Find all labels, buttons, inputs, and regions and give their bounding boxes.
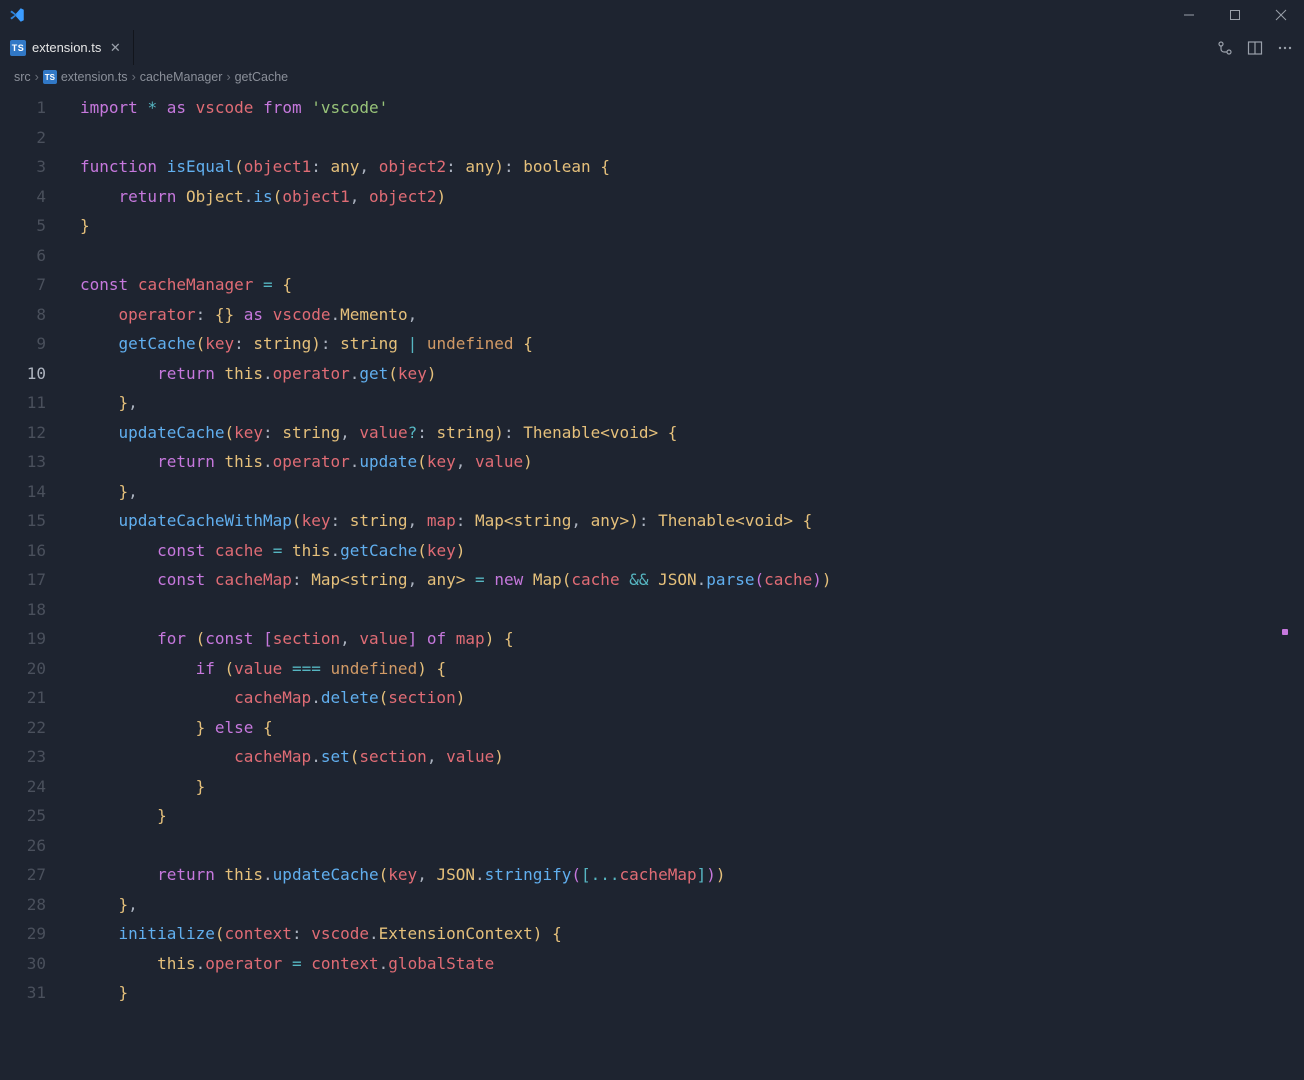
tab-label: extension.ts (32, 40, 101, 55)
code-line[interactable]: return Object.is(object1, object2) (66, 182, 1180, 212)
code-line[interactable]: }, (66, 388, 1180, 418)
code-line[interactable]: getCache(key: string): string | undefine… (66, 329, 1180, 359)
close-icon[interactable]: ✕ (107, 40, 123, 56)
more-icon[interactable] (1272, 35, 1298, 61)
line-number: 11 (0, 388, 46, 418)
window-controls (1166, 0, 1304, 30)
line-number: 7 (0, 270, 46, 300)
ts-file-icon: TS (43, 70, 57, 84)
line-number: 2 (0, 123, 46, 153)
breadcrumb-label: getCache (235, 70, 289, 84)
line-number: 13 (0, 447, 46, 477)
code-line[interactable]: } (66, 772, 1180, 802)
line-number: 14 (0, 477, 46, 507)
code-line[interactable]: operator: {} as vscode.Memento, (66, 300, 1180, 330)
breadcrumb-label: extension.ts (61, 70, 128, 84)
line-number: 6 (0, 241, 46, 271)
compare-changes-icon[interactable] (1212, 35, 1238, 61)
code-line[interactable]: for (const [section, value] of map) { (66, 624, 1180, 654)
line-number: 30 (0, 949, 46, 979)
line-number: 18 (0, 595, 46, 625)
minimize-button[interactable] (1166, 0, 1212, 30)
code-line[interactable]: cacheMap.set(section, value) (66, 742, 1180, 772)
line-number: 5 (0, 211, 46, 241)
code-line[interactable]: const cacheManager = { (66, 270, 1180, 300)
line-number: 25 (0, 801, 46, 831)
title-bar-left (8, 6, 34, 24)
minimap-marker (1282, 629, 1288, 635)
line-number: 24 (0, 772, 46, 802)
code-line[interactable]: } (66, 801, 1180, 831)
code-line[interactable] (66, 241, 1180, 271)
code-area[interactable]: import * as vscode from 'vscode' function… (66, 89, 1180, 1080)
overview-ruler[interactable] (1290, 89, 1304, 1080)
line-number: 3 (0, 152, 46, 182)
line-number: 12 (0, 418, 46, 448)
code-line[interactable]: } else { (66, 713, 1180, 743)
line-number: 1 (0, 93, 46, 123)
line-number: 26 (0, 831, 46, 861)
code-line[interactable] (66, 123, 1180, 153)
breadcrumb-label: cacheManager (140, 70, 223, 84)
tab-extension-ts[interactable]: TS extension.ts ✕ (0, 30, 134, 65)
chevron-right-icon: › (132, 70, 136, 84)
code-line[interactable]: if (value === undefined) { (66, 654, 1180, 684)
breadcrumb-label: src (14, 70, 31, 84)
breadcrumb-segment-src[interactable]: src (14, 70, 31, 84)
close-button[interactable] (1258, 0, 1304, 30)
line-number: 22 (0, 713, 46, 743)
code-line[interactable]: }, (66, 477, 1180, 507)
line-number: 31 (0, 978, 46, 1008)
split-editor-icon[interactable] (1242, 35, 1268, 61)
code-line[interactable] (66, 595, 1180, 625)
line-number: 29 (0, 919, 46, 949)
line-number: 27 (0, 860, 46, 890)
code-line[interactable]: updateCache(key: string, value?: string)… (66, 418, 1180, 448)
code-line[interactable]: }, (66, 890, 1180, 920)
line-number: 21 (0, 683, 46, 713)
ts-file-icon: TS (10, 40, 26, 56)
line-number-gutter: 1234567891011121314151617181920212223242… (0, 89, 66, 1080)
code-line[interactable]: return this.operator.get(key) (66, 359, 1180, 389)
maximize-button[interactable] (1212, 0, 1258, 30)
code-line[interactable]: } (66, 211, 1180, 241)
breadcrumb-segment-symbol-2[interactable]: getCache (235, 70, 289, 84)
code-line[interactable]: import * as vscode from 'vscode' (66, 93, 1180, 123)
code-line[interactable]: cacheMap.delete(section) (66, 683, 1180, 713)
tabs-row: TS extension.ts ✕ (0, 30, 1304, 65)
line-number: 16 (0, 536, 46, 566)
code-line[interactable]: updateCacheWithMap(key: string, map: Map… (66, 506, 1180, 536)
line-number: 17 (0, 565, 46, 595)
code-line[interactable]: return this.operator.update(key, value) (66, 447, 1180, 477)
line-number: 20 (0, 654, 46, 684)
code-line[interactable]: initialize(context: vscode.ExtensionCont… (66, 919, 1180, 949)
line-number: 4 (0, 182, 46, 212)
chevron-right-icon: › (226, 70, 230, 84)
line-number: 9 (0, 329, 46, 359)
code-line[interactable]: function isEqual(object1: any, object2: … (66, 152, 1180, 182)
line-number: 10 (0, 359, 46, 389)
editor: 1234567891011121314151617181920212223242… (0, 89, 1304, 1080)
editor-actions (1206, 30, 1304, 65)
code-line[interactable]: const cacheMap: Map<string, any> = new M… (66, 565, 1180, 595)
vscode-logo-icon (8, 6, 26, 24)
code-line[interactable]: } (66, 978, 1180, 1008)
code-line[interactable]: this.operator = context.globalState (66, 949, 1180, 979)
line-number: 28 (0, 890, 46, 920)
breadcrumb: src › TS extension.ts › cacheManager › g… (0, 65, 1304, 89)
line-number: 19 (0, 624, 46, 654)
breadcrumb-segment-file[interactable]: TS extension.ts (43, 70, 128, 84)
code-line[interactable] (66, 831, 1180, 861)
minimap[interactable] (1180, 89, 1290, 1080)
code-line[interactable]: return this.updateCache(key, JSON.string… (66, 860, 1180, 890)
code-line[interactable]: const cache = this.getCache(key) (66, 536, 1180, 566)
line-number: 15 (0, 506, 46, 536)
title-bar (0, 0, 1304, 30)
chevron-right-icon: › (35, 70, 39, 84)
line-number: 8 (0, 300, 46, 330)
line-number: 23 (0, 742, 46, 772)
tabs-list: TS extension.ts ✕ (0, 30, 134, 65)
breadcrumb-segment-symbol-1[interactable]: cacheManager (140, 70, 223, 84)
